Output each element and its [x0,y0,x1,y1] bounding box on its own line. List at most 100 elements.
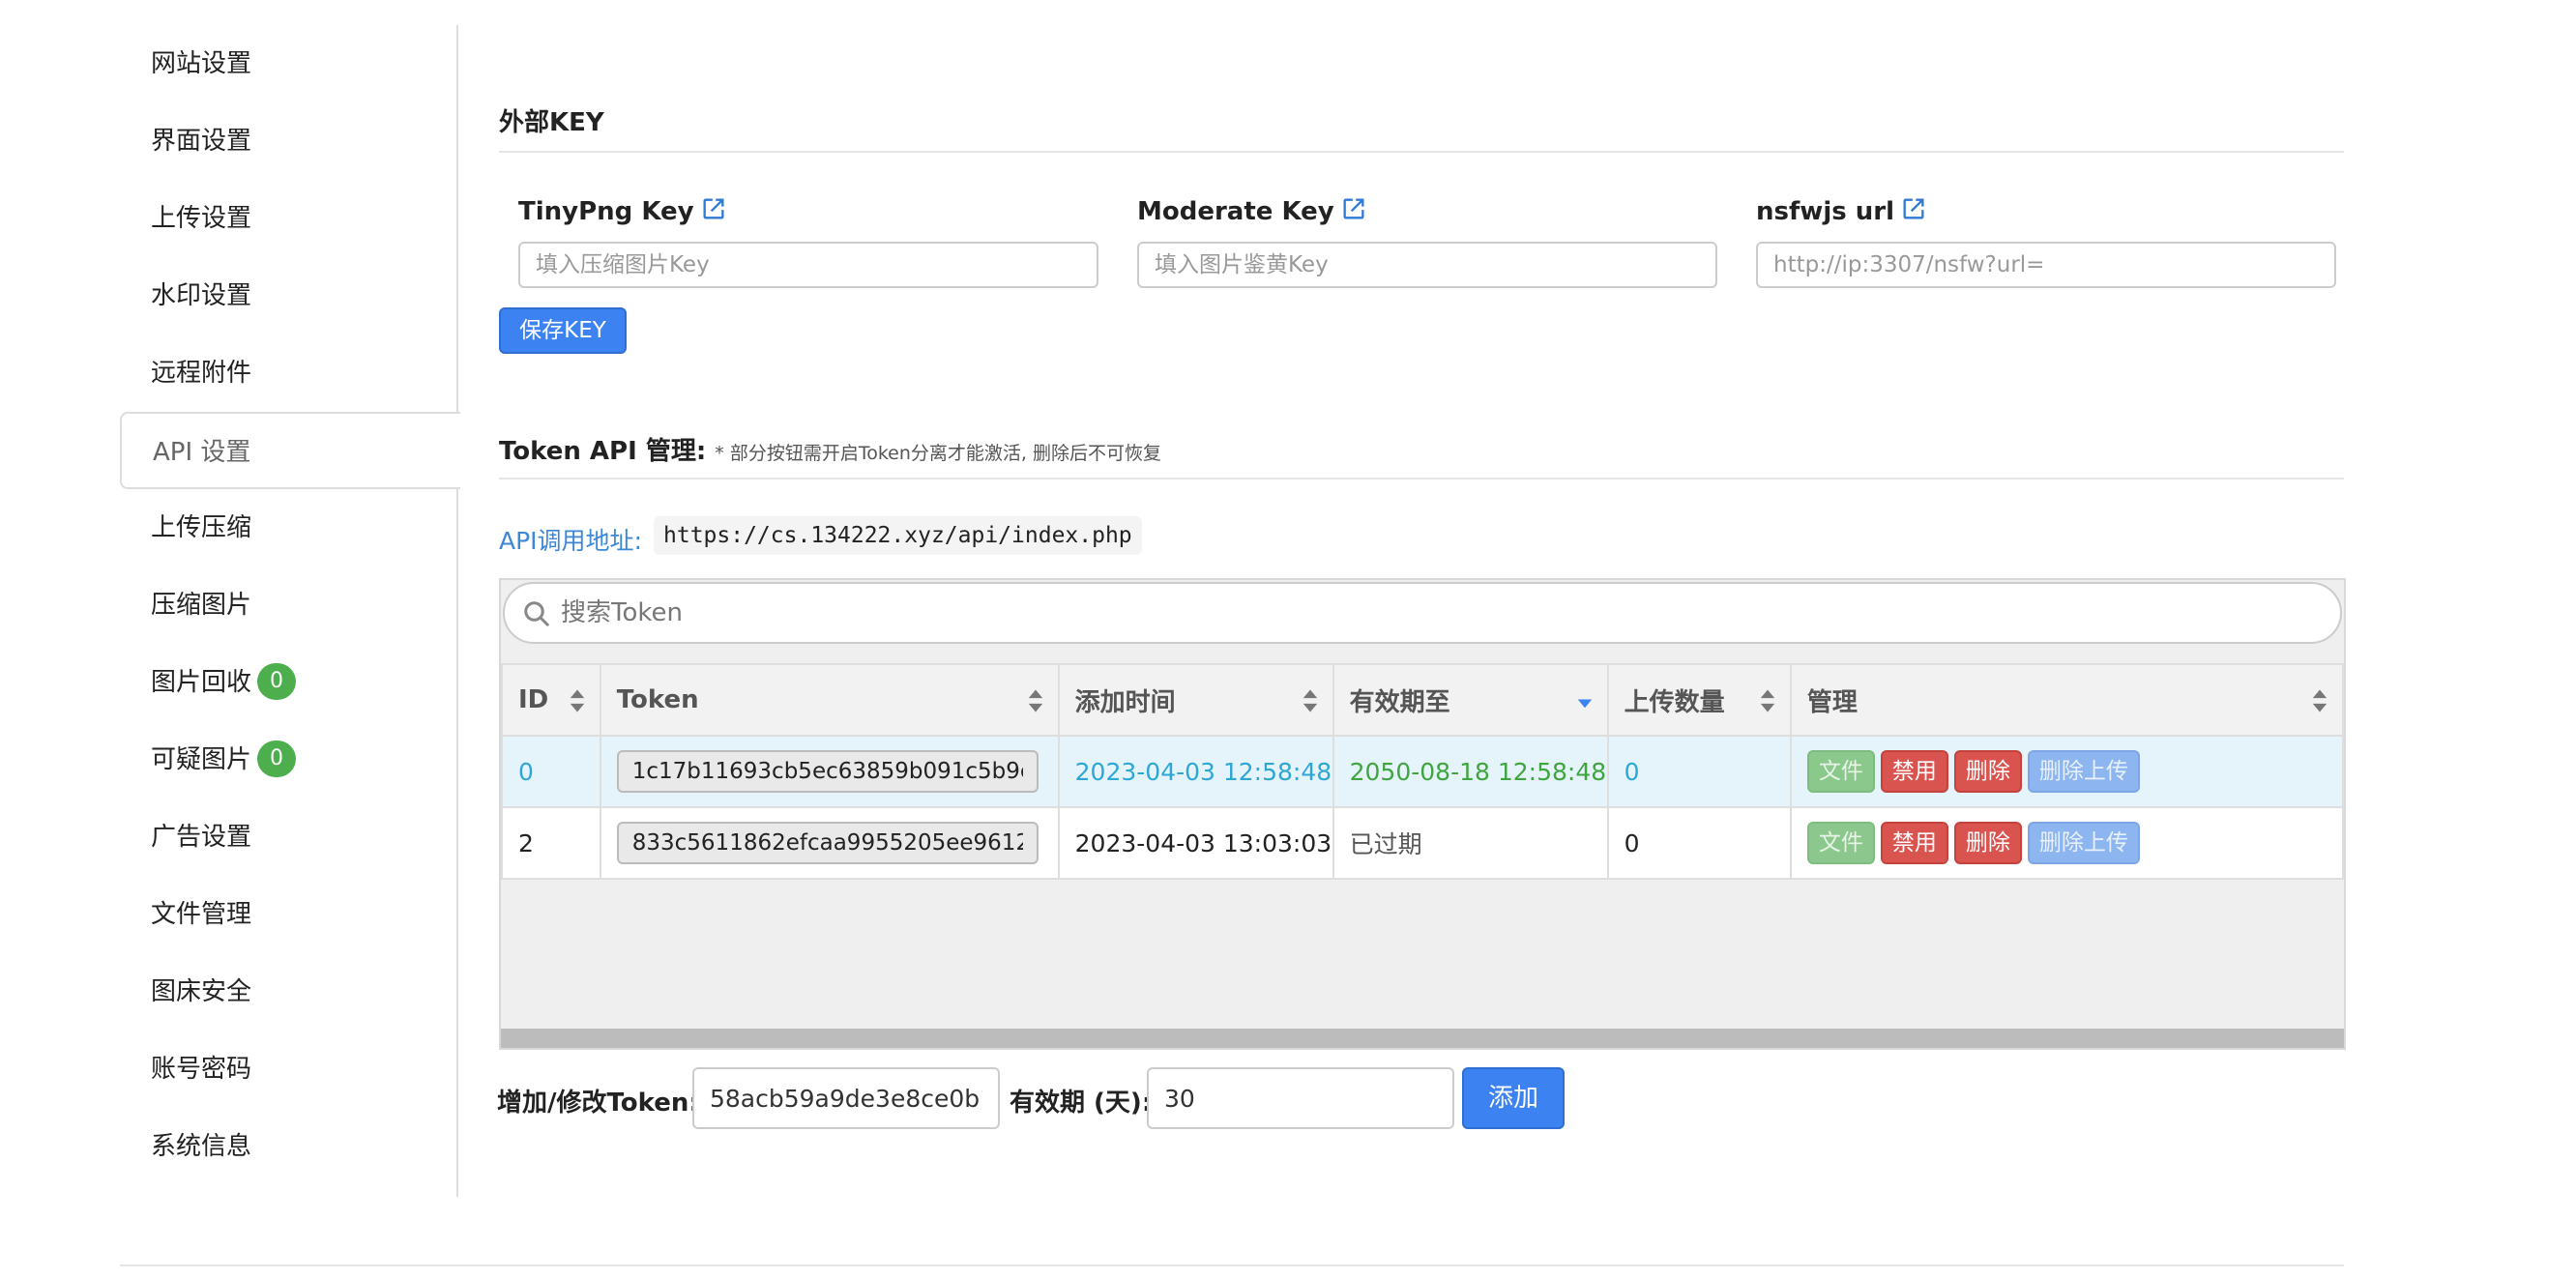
token-table-panel: ID Token 添加时间 有效期至 上传数量 管理 0 2023-04-03 … [499,578,2346,1050]
sidebar-item-account-password[interactable]: 账号密码 [120,1031,456,1108]
token-value-field[interactable] [616,822,1039,864]
cell-upload-count: 0 [1606,806,1792,880]
cell-actions: 文件 禁用 删除 删除上传 [1789,735,2345,808]
column-header-id[interactable]: ID [501,663,601,737]
sidebar-item-image-host-security[interactable]: 图床安全 [120,953,456,1031]
table-row: 0 2023-04-03 12:58:48 2050-08-18 12:58:4… [501,735,2345,808]
column-header-label: 管理 [1806,687,1858,717]
column-header-label: ID [518,685,549,714]
token-api-title-text: Token API 管理: [499,437,707,466]
add-token-input[interactable] [692,1067,1000,1129]
tinypng-key-label: TinyPng Key [518,195,727,226]
sidebar-item-label: 界面设置 [151,127,252,156]
token-value-field[interactable] [616,750,1039,793]
sidebar-item-label: 图床安全 [151,977,252,1006]
column-header-manage[interactable]: 管理 [1789,663,2345,737]
cell-added-time: 2023-04-03 13:03:03 [1057,806,1334,880]
column-header-label: Token [616,685,699,714]
column-header-expires[interactable]: 有效期至 [1332,663,1609,737]
sidebar-item-api-settings[interactable]: API 设置 [120,412,460,489]
cell-expires: 已过期 [1332,806,1609,880]
nsfwjs-url-label: nsfwjs url [1756,195,1927,226]
sort-icon [570,689,584,712]
count-badge: 0 [257,740,297,777]
sidebar-item-upload-settings[interactable]: 上传设置 [120,180,456,257]
horizontal-scrollbar[interactable] [501,1029,2344,1048]
sidebar-item-image-recycle[interactable]: 图片回收 0 [120,644,456,721]
sidebar-item-ad-settings[interactable]: 广告设置 [120,799,456,876]
sidebar-item-label: 压缩图片 [151,591,252,620]
sidebar-item-label: API 设置 [153,438,251,467]
tinypng-key-label-text: TinyPng Key [518,197,694,226]
sidebar-item-label: 图片回收 [151,668,252,697]
token-api-title: Token API 管理: * 部分按钮需开启Token分离才能激活, 删除后不… [499,431,1161,467]
sidebar-item-watermark-settings[interactable]: 水印设置 [120,257,456,334]
api-settings-panel: 外部KEY TinyPng Key Moderate Key nsfwjs ur… [495,0,2352,1278]
delete-uploads-button[interactable]: 删除上传 [2027,750,2140,793]
sidebar-item-label: 远程附件 [151,359,252,388]
table-header-row: ID Token 添加时间 有效期至 上传数量 管理 [501,663,2345,737]
delete-button[interactable]: 删除 [1953,750,2022,793]
sidebar-item-label: 账号密码 [151,1055,252,1084]
cell-added-time: 2023-04-03 12:58:48 [1057,735,1334,808]
sidebar-item-label: 上传设置 [151,204,252,233]
disable-button[interactable]: 禁用 [1880,822,1948,864]
file-button[interactable]: 文件 [1806,822,1875,864]
column-header-added-time[interactable]: 添加时间 [1057,663,1334,737]
divider [499,151,2344,153]
column-header-label: 有效期至 [1349,687,1450,717]
sort-icon [1760,689,1775,712]
tinypng-key-input[interactable] [518,242,1098,288]
sidebar-item-system-info[interactable]: 系统信息 [120,1108,456,1185]
token-search-box[interactable] [503,582,2342,644]
disable-button[interactable]: 禁用 [1880,750,1948,793]
cell-upload-count: 0 [1606,735,1792,808]
external-key-title: 外部KEY [499,108,604,137]
footer-divider [120,1264,2344,1266]
sort-icon [2312,689,2327,712]
column-header-label: 上传数量 [1624,687,1725,717]
cell-expires: 2050-08-18 12:58:48 [1332,735,1609,808]
delete-button[interactable]: 删除 [1953,822,2022,864]
sort-desc-icon [1577,699,1592,709]
moderate-key-input[interactable] [1137,242,1717,288]
external-link-icon[interactable] [1340,195,1367,222]
sidebar-item-label: 系统信息 [151,1132,252,1161]
save-key-button[interactable]: 保存KEY [499,307,627,354]
external-link-icon[interactable] [1900,195,1927,222]
validity-days-input[interactable] [1147,1067,1454,1129]
delete-uploads-button[interactable]: 删除上传 [2027,822,2140,864]
validity-days-label: 有效期 (天): [1010,1089,1153,1118]
sidebar-item-label: 广告设置 [151,823,252,852]
sidebar-item-label: 可疑图片 [151,745,252,774]
sidebar-item-upload-compress[interactable]: 上传压缩 [120,489,456,566]
sidebar-item-label: 网站设置 [151,49,252,78]
token-search-input[interactable] [561,592,2301,634]
sidebar-item-label: 水印设置 [151,281,252,310]
add-token-button[interactable]: 添加 [1462,1067,1565,1129]
count-badge: 0 [257,662,297,700]
api-url-label: API调用地址: [499,527,642,555]
column-header-upload-count[interactable]: 上传数量 [1606,663,1792,737]
divider [499,478,2344,479]
file-button[interactable]: 文件 [1806,750,1875,793]
sidebar-item-label: 上传压缩 [151,513,252,542]
sidebar-item-ui-settings[interactable]: 界面设置 [120,102,456,180]
sort-icon [1303,689,1317,712]
sidebar-item-suspicious-images[interactable]: 可疑图片 0 [120,721,456,799]
external-link-icon[interactable] [700,195,727,222]
sidebar-item-label: 文件管理 [151,900,252,929]
sidebar-item-file-management[interactable]: 文件管理 [120,876,456,953]
add-token-label: 增加/修改Token: [497,1089,699,1118]
sidebar-item-site-settings[interactable]: 网站设置 [120,25,456,102]
sidebar-item-compress-images[interactable]: 压缩图片 [120,566,456,644]
cell-actions: 文件 禁用 删除 删除上传 [1789,806,2345,880]
token-api-note: * 部分按钮需开启Token分离才能激活, 删除后不可恢复 [715,443,1161,464]
sidebar-item-remote-attachment[interactable]: 远程附件 [120,334,456,412]
nsfwjs-url-input[interactable] [1756,242,2336,288]
cell-token [599,806,1060,880]
token-table: ID Token 添加时间 有效期至 上传数量 管理 0 2023-04-03 … [501,663,2345,880]
column-header-token[interactable]: Token [599,663,1060,737]
nsfwjs-url-label-text: nsfwjs url [1756,197,1894,226]
sort-icon [1028,689,1042,712]
